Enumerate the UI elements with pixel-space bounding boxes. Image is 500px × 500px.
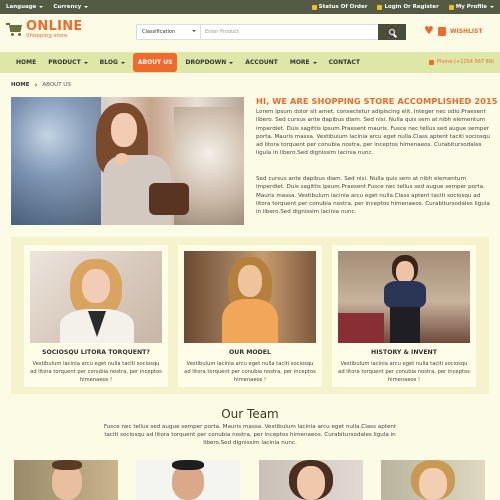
logo[interactable]: ONLINE Shopping store	[6, 19, 83, 40]
team-heading: Our Team	[221, 407, 279, 421]
about-paragraph-1: Lorem ipsum dolor sit amet, consectetur …	[256, 109, 490, 157]
nav-item-account[interactable]: ACCOUNT	[239, 52, 284, 73]
shopping-bag-icon[interactable]	[437, 26, 446, 36]
order-status-label: Status Of Order	[318, 4, 368, 10]
classification-select[interactable]: Classification	[137, 25, 201, 39]
chevron-down-icon	[192, 30, 196, 32]
search-input[interactable]: Enter Product	[205, 29, 239, 35]
search-icon	[389, 29, 395, 35]
phone-icon	[428, 59, 434, 65]
feature-image	[338, 251, 470, 343]
classification-value: Classification	[142, 29, 176, 35]
nav-label: DROPDOWN	[185, 59, 227, 66]
nav-label: ACCOUNT	[245, 59, 278, 66]
chevron-down-icon	[229, 61, 234, 64]
feature-text: Vestibulum lacinia arcu eget nulla tacit…	[338, 361, 470, 383]
nav-item-blog[interactable]: BLOG	[94, 52, 131, 73]
team-member-photo	[259, 460, 363, 500]
breadcrumb: HOME › ABOUT US	[11, 80, 71, 89]
feature-card: SOCIOSQU LITORA TORQUENT? Vestibulum lac…	[24, 245, 168, 387]
nav-item-dropdown[interactable]: DROPDOWN	[179, 52, 239, 73]
login-link[interactable]: Login Or Register	[377, 4, 439, 10]
feature-text: Vestibulum lacinia arcu eget nulla tacit…	[184, 361, 316, 383]
nav-label: MORE	[289, 59, 310, 66]
feature-image	[30, 251, 162, 343]
chevron-down-icon	[120, 61, 125, 64]
breadcrumb-current: ABOUT US	[42, 82, 71, 88]
phone-number: Phone:(+1254 567 89)	[436, 59, 494, 65]
breadcrumb-home[interactable]: HOME	[11, 82, 30, 88]
nav-item-product[interactable]: PRODUCT	[42, 52, 93, 73]
chevron-down-icon	[84, 6, 89, 8]
about-paragraph-2: Sed cursus ante dapibus diam. Sed nisi. …	[256, 176, 490, 216]
nav-label: BLOG	[99, 59, 118, 66]
nav-label: CONTACT	[328, 59, 360, 66]
nav-item-more[interactable]: MORE	[284, 52, 323, 73]
team-member-photo	[14, 460, 118, 500]
heart-icon[interactable]: ♥	[424, 25, 434, 36]
team-member-photo	[381, 460, 485, 500]
chevron-down-icon	[490, 6, 494, 8]
feature-title: OUR MODEL	[229, 349, 271, 356]
currency-dropdown[interactable]: Currency	[53, 4, 89, 10]
feature-title: SOCIOSQU LITORA TORQUENT?	[42, 349, 150, 356]
order-status-link[interactable]: Status Of Order	[311, 4, 368, 10]
truck-icon	[311, 4, 317, 10]
search-button[interactable]	[378, 24, 406, 40]
chevron-down-icon	[39, 6, 44, 8]
currency-label: Currency	[53, 4, 82, 10]
feature-image	[184, 251, 316, 343]
language-dropdown[interactable]: Language	[6, 4, 44, 10]
language-label: Language	[6, 4, 37, 10]
chevron-right-icon: ›	[34, 80, 38, 89]
feature-title: HISTORY & INVENT	[371, 349, 437, 356]
features-section: SOCIOSQU LITORA TORQUENT? Vestibulum lac…	[11, 237, 489, 394]
team-member-photo	[136, 460, 240, 500]
top-bar: Language Currency Status Of Order Login …	[0, 0, 500, 14]
feature-text: Vestibulum lacinia arcu eget nulla tacit…	[30, 361, 162, 383]
logo-subtitle: Shopping store	[26, 33, 68, 39]
team-text: Fusce nec tellus sed augue semper porta.…	[103, 424, 397, 446]
about-image	[11, 97, 244, 225]
cart-icon	[6, 23, 23, 37]
nav-label: ABOUT US	[137, 59, 173, 66]
nav-label: PRODUCT	[48, 59, 81, 66]
chevron-down-icon	[83, 61, 88, 64]
wishlist-link[interactable]: WISHLIST	[450, 28, 483, 35]
login-label: Login Or Register	[384, 4, 439, 10]
feature-card: HISTORY & INVENT Vestibulum lacinia arcu…	[332, 245, 476, 387]
chevron-down-icon	[312, 61, 317, 64]
feature-card: OUR MODEL Vestibulum lacinia arcu eget n…	[178, 245, 322, 387]
main-nav: HOME PRODUCT BLOG ABOUT US DROPDOWN ACCO…	[0, 52, 500, 73]
nav-label: HOME	[16, 59, 37, 66]
phone-info: Phone:(+1254 567 89)	[428, 59, 494, 65]
logo-title: ONLINE	[26, 19, 83, 34]
user-icon	[448, 4, 454, 10]
nav-item-contact[interactable]: CONTACT	[323, 52, 366, 73]
about-heading: HI, WE ARE SHOPPING STORE ACCOMPLISHED 2…	[256, 96, 498, 106]
profile-label: My Profile	[455, 4, 487, 10]
wishlist-area: ♥ WISHLIST	[424, 25, 483, 36]
search-bar: Classification Enter Product	[136, 24, 406, 40]
profile-dropdown[interactable]: My Profile	[448, 4, 494, 10]
lock-icon	[377, 4, 383, 10]
header: ONLINE Shopping store Classification Ent…	[0, 14, 500, 52]
nav-item-about-us[interactable]: ABOUT US	[132, 53, 178, 72]
nav-item-home[interactable]: HOME	[10, 52, 42, 73]
